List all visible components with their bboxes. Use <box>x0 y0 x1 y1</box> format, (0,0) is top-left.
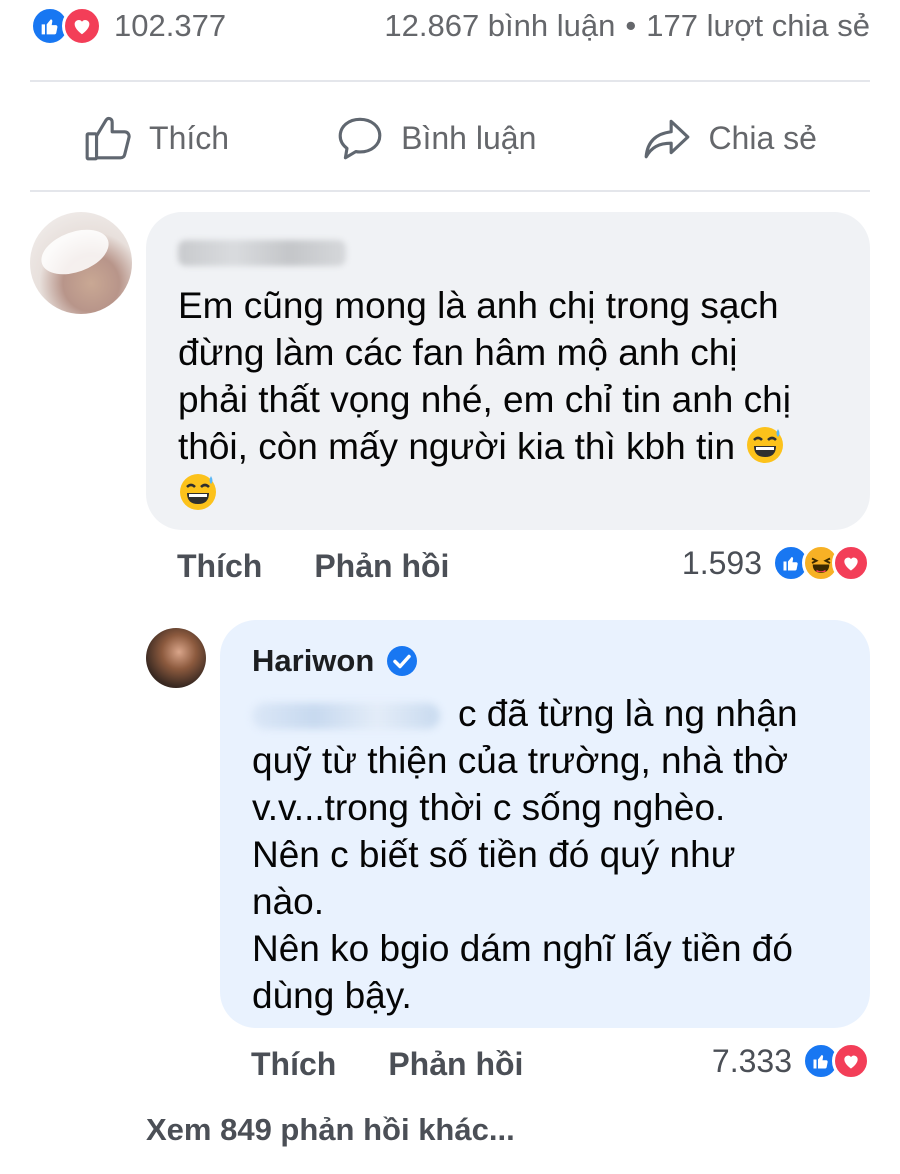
avatar[interactable] <box>30 212 132 314</box>
blurred-mention[interactable] <box>252 703 440 730</box>
like-button[interactable]: Thích <box>83 113 229 163</box>
comment-count-link[interactable]: 12.867 bình luận <box>384 8 615 44</box>
comment-actions: Thích Phản hồi <box>177 548 449 585</box>
divider <box>30 190 870 192</box>
reply-text-rest: quỹ từ thiện của trường, nhà thờ v.v...t… <box>252 740 793 1016</box>
reply-author[interactable]: Hariwon <box>252 642 838 680</box>
love-icon <box>832 1042 870 1080</box>
share-arrow-icon <box>645 119 690 159</box>
comment-reply-button[interactable]: Phản hồi <box>314 548 449 585</box>
comment-author[interactable] <box>178 234 838 272</box>
separator-dot: • <box>625 8 637 43</box>
reply-reaction-summary[interactable]: 7.333 <box>712 1042 870 1080</box>
comment-reaction-count: 1.593 <box>681 544 762 581</box>
post-action-bar: Thích Bình luận Chia sẻ <box>30 86 870 190</box>
comment-line: phải thất vọng nhé, em chỉ tin anh chị <box>178 379 791 420</box>
love-icon <box>62 6 102 46</box>
comment-reaction-summary[interactable]: 1.593 <box>682 544 870 582</box>
share-button-label: Chia sẻ <box>708 119 817 156</box>
comment-bubble: Em cũng mong là anh chị trong sạch đừng … <box>146 212 870 530</box>
comment-icon <box>338 117 382 160</box>
reply-like-button[interactable]: Thích <box>251 1046 336 1083</box>
comment-text: Em cũng mong là anh chị trong sạch đừng … <box>178 282 838 517</box>
thumbs-up-icon <box>85 116 131 161</box>
share-count-link[interactable]: 177 lượt chia sẻ <box>646 8 870 44</box>
reply-reaction-count: 7.333 <box>711 1042 792 1079</box>
reaction-count: 102.377 <box>114 8 227 43</box>
comment-line: Em cũng mong là anh chị trong sạch <box>178 285 779 326</box>
reply-reply-button[interactable]: Phản hồi <box>388 1046 523 1083</box>
blurred-author-name <box>178 240 346 266</box>
reaction-summary[interactable]: 102.377 <box>30 6 226 46</box>
reply-actions: Thích Phản hồi <box>251 1046 523 1083</box>
comment-line: đừng làm các fan hâm mộ anh chị <box>178 332 738 373</box>
avatar[interactable] <box>146 628 206 688</box>
grinning-sweat-emoji-icon <box>747 427 784 463</box>
like-button-label: Thích <box>149 119 230 156</box>
verified-badge-icon <box>387 646 418 676</box>
reply-text: c đã từng là ng nhận quỹ từ thiện của tr… <box>252 690 838 1019</box>
author-name: Hariwon <box>252 643 375 678</box>
reaction-icons <box>30 6 102 46</box>
view-more-replies-link[interactable]: Xem 849 phản hồi khác... <box>146 1112 515 1148</box>
reply-bubble: Hariwon c đã từng là ng nhận quỹ từ thiệ… <box>220 620 870 1028</box>
reply-text-first: c đã từng là ng nhận <box>458 693 798 734</box>
comment-line: thôi, còn mấy người kia thì kbh tin <box>178 426 736 467</box>
share-button[interactable]: Chia sẻ <box>642 113 817 163</box>
comment-button-label: Bình luận <box>401 119 537 156</box>
divider <box>30 80 870 82</box>
post-stats: 102.377 12.867 bình luận • 177 lượt chia… <box>30 0 870 52</box>
comment-button[interactable]: Bình luận <box>335 113 536 163</box>
comment-like-button[interactable]: Thích <box>177 548 262 585</box>
engagement-summary: 12.867 bình luận • 177 lượt chia sẻ <box>384 8 870 44</box>
love-icon <box>832 544 870 582</box>
grinning-sweat-emoji-icon <box>180 474 216 510</box>
